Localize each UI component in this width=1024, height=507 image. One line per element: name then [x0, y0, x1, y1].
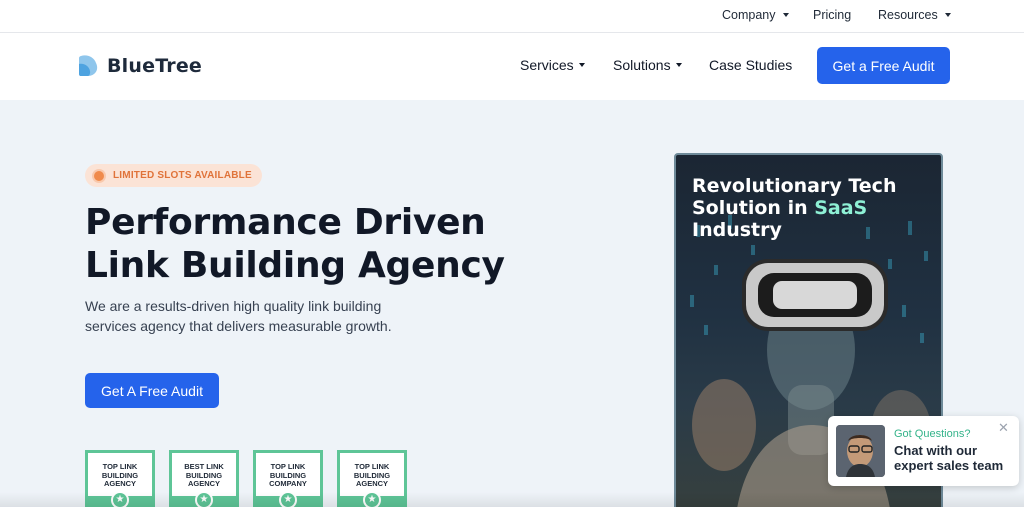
- hero-subtitle-line2: services agency that delivers measurable…: [85, 318, 392, 334]
- topnav-company[interactable]: Company: [722, 8, 789, 22]
- hero-title: Performance Driven Link Building Agency: [85, 201, 545, 287]
- nav-services-label: Services: [520, 57, 574, 73]
- logo-text: BlueTree: [107, 54, 203, 77]
- hero-get-audit-button[interactable]: Get A Free Audit: [85, 373, 219, 408]
- topnav-resources-label: Resources: [878, 8, 938, 22]
- award-line: AGENCY: [355, 479, 389, 488]
- hero-subtitle-line1: We are a results-driven high quality lin…: [85, 298, 382, 314]
- limited-slots-badge: LIMITED SLOTS AVAILABLE: [85, 164, 262, 187]
- nav-case-studies-label: Case Studies: [709, 57, 793, 73]
- video-title-line3: Industry: [692, 219, 782, 241]
- close-icon[interactable]: ✕: [998, 420, 1009, 436]
- nav-solutions[interactable]: Solutions: [613, 57, 682, 73]
- award-text: BEST LINK BUILDING AGENCY: [172, 462, 236, 489]
- video-title-saas: SaaS: [814, 197, 868, 219]
- star-icon: ★: [195, 491, 213, 507]
- chat-question: Got Questions?: [894, 428, 971, 440]
- main-header: BlueTree Services Solutions Case Studies…: [0, 33, 1024, 100]
- logo[interactable]: BlueTree: [78, 54, 202, 77]
- chat-message-line2: expert sales team: [894, 458, 1004, 473]
- topnav-company-label: Company: [722, 8, 776, 22]
- hero-title-line1: Performance Driven: [85, 202, 486, 243]
- award-text: TOP LINK BUILDING COMPANY: [256, 462, 320, 489]
- bluetree-logo-icon: [79, 55, 98, 76]
- nav-case-studies[interactable]: Case Studies: [709, 57, 792, 73]
- award-badge: TOP LINK BUILDING AGENCY ★: [85, 450, 155, 507]
- video-title: Revolutionary Tech Solution in SaaS Indu…: [692, 175, 922, 241]
- avatar: [836, 425, 885, 477]
- chat-widget[interactable]: Got Questions? Chat with our expert sale…: [828, 416, 1019, 486]
- award-line: AGENCY: [103, 479, 137, 488]
- hero-title-line2: Link Building Agency: [85, 245, 505, 286]
- chat-message: Chat with our expert sales team: [894, 443, 1016, 473]
- award-badge: TOP LINK BUILDING AGENCY ★: [337, 450, 407, 507]
- award-line: AGENCY: [187, 479, 221, 488]
- status-dot-icon: [94, 170, 104, 181]
- award-badge: BEST LINK BUILDING AGENCY ★: [169, 450, 239, 507]
- nav-solutions-label: Solutions: [613, 57, 671, 73]
- award-text: TOP LINK BUILDING AGENCY: [340, 462, 404, 489]
- video-title-line1: Revolutionary Tech: [692, 175, 897, 197]
- hero-subtitle: We are a results-driven high quality lin…: [85, 296, 415, 336]
- get-free-audit-button[interactable]: Get a Free Audit: [817, 47, 950, 84]
- agent-photo: [836, 425, 885, 477]
- star-icon: ★: [111, 491, 129, 507]
- video-title-line2a: Solution in: [692, 197, 815, 219]
- chevron-down-icon: [578, 63, 585, 67]
- chevron-down-icon: [782, 13, 789, 17]
- chevron-down-icon: [675, 63, 682, 67]
- star-icon: ★: [279, 491, 297, 507]
- topnav-pricing[interactable]: Pricing: [813, 8, 851, 22]
- chevron-down-icon: [944, 13, 951, 17]
- topnav-pricing-label: Pricing: [813, 8, 852, 22]
- award-badge: TOP LINK BUILDING COMPANY ★: [253, 450, 323, 507]
- chat-message-line1: Chat with our: [894, 443, 978, 458]
- star-icon: ★: [363, 491, 381, 507]
- award-text: TOP LINK BUILDING AGENCY: [88, 462, 152, 489]
- utility-bar: Company Pricing Resources: [0, 0, 1024, 33]
- topnav-resources[interactable]: Resources: [878, 8, 951, 22]
- nav-services[interactable]: Services: [520, 57, 585, 73]
- badge-label: LIMITED SLOTS AVAILABLE: [113, 170, 252, 181]
- award-line: COMPANY: [269, 479, 307, 488]
